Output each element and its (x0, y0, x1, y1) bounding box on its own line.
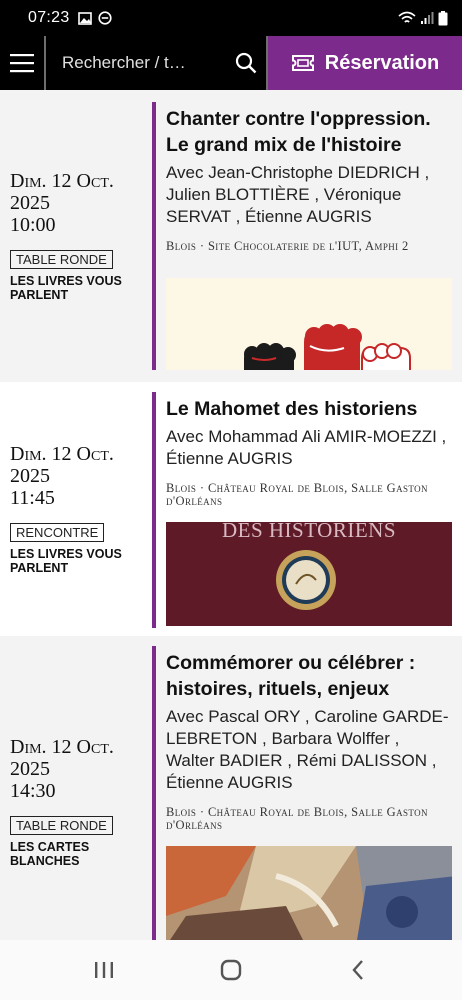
event-speakers: Avec Mohammad Ali AMIR-MOEZZI , Étienne … (166, 427, 447, 468)
ticket-icon (291, 55, 314, 71)
event-card[interactable]: Dim. 12 Oct. 2025 14:30 TABLE RONDE LES … (0, 636, 462, 940)
event-list[interactable]: Dim. 12 Oct. 2025 10:00 TABLE RONDE LES … (0, 90, 462, 940)
event-year: 2025 (10, 758, 50, 780)
event-title[interactable]: Le Mahomet des historiens (166, 396, 452, 422)
status-bar: 07:23 (0, 0, 462, 36)
recent-apps-button[interactable] (74, 950, 134, 990)
search-placeholder: Rechercher / t… (62, 53, 186, 72)
event-thumbnail[interactable]: DES HISTORIENS (166, 522, 452, 626)
event-content: Le Mahomet des historiens Avec Mohammad … (152, 392, 462, 628)
event-card[interactable]: Dim. 12 Oct. 2025 11:45 RENCONTRE LES LI… (0, 382, 462, 636)
event-speakers: Avec Jean-Christophe DIEDRICH , Julien B… (166, 163, 430, 226)
back-button[interactable] (328, 950, 388, 990)
event-time: 11:45 (10, 487, 55, 509)
event-day: Dim. 12 Oct. (10, 736, 114, 758)
event-day: Dim. 12 Oct. (10, 170, 114, 192)
event-thumbnail[interactable] (166, 278, 452, 370)
event-date: Dim. 12 Oct. 2025 14:30 TABLE RONDE LES … (0, 636, 152, 940)
event-type-tag: RENCONTRE (10, 523, 105, 542)
recent-apps-icon (94, 962, 113, 978)
reservation-button[interactable]: Réservation (268, 36, 462, 90)
event-content: Chanter contre l'oppression. Le grand mi… (152, 102, 462, 370)
back-icon (352, 960, 364, 980)
wifi-icon (398, 11, 416, 23)
event-day: Dim. 12 Oct. (10, 443, 114, 465)
event-cycle: LES LIVRES VOUS PARLENT (10, 274, 122, 302)
event-date: Dim. 12 Oct. 2025 11:45 RENCONTRE LES LI… (0, 382, 152, 636)
event-cycle: LES CARTES BLANCHES (10, 840, 90, 868)
event-year: 2025 (10, 465, 50, 487)
reservation-label: Réservation (324, 51, 440, 74)
event-type-tag: TABLE RONDE (10, 250, 113, 269)
dnd-icon (97, 11, 112, 25)
home-button[interactable] (201, 950, 261, 990)
event-time: 10:00 (10, 214, 56, 236)
menu-button[interactable] (0, 36, 46, 90)
home-icon (220, 959, 242, 981)
event-type-tag: TABLE RONDE (10, 816, 113, 835)
event-thumbnail[interactable] (166, 846, 452, 940)
image-icon (77, 11, 92, 25)
raised-fists-illustration (244, 324, 411, 370)
event-content: Commémorer ou célébrer : histoires, ritu… (152, 646, 462, 940)
battery-icon (438, 10, 448, 25)
event-place: Blois · Château Royal de Blois, Salle Ga… (166, 481, 428, 508)
signal-icon (421, 12, 434, 24)
search-icon[interactable] (226, 52, 266, 74)
medallion-illustration (276, 550, 336, 610)
painting-illustration (166, 846, 452, 940)
event-year: 2025 (10, 192, 50, 214)
event-speakers: Avec Pascal ORY , Caroline GARDE-LEBRETO… (166, 707, 449, 792)
hamburger-icon (10, 54, 34, 73)
status-time: 07:23 (28, 9, 70, 26)
event-card[interactable]: Dim. 12 Oct. 2025 10:00 TABLE RONDE LES … (0, 90, 462, 382)
event-date: Dim. 12 Oct. 2025 10:00 TABLE RONDE LES … (0, 90, 152, 382)
event-title[interactable]: Commémorer ou célébrer : histoires, ritu… (166, 650, 452, 702)
system-navigation-bar (0, 940, 462, 1000)
event-cycle: LES LIVRES VOUS PARLENT (10, 547, 122, 575)
search-input[interactable]: Rechercher / t… (46, 36, 268, 90)
event-place: Blois · Site Chocolaterie de l'IUT, Amph… (166, 239, 409, 253)
event-place: Blois · Château Royal de Blois, Salle Ga… (166, 805, 428, 832)
top-app-bar: Rechercher / t… Réservation (0, 36, 462, 90)
event-title[interactable]: Chanter contre l'oppression. Le grand mi… (166, 106, 452, 158)
event-time: 14:30 (10, 780, 56, 802)
